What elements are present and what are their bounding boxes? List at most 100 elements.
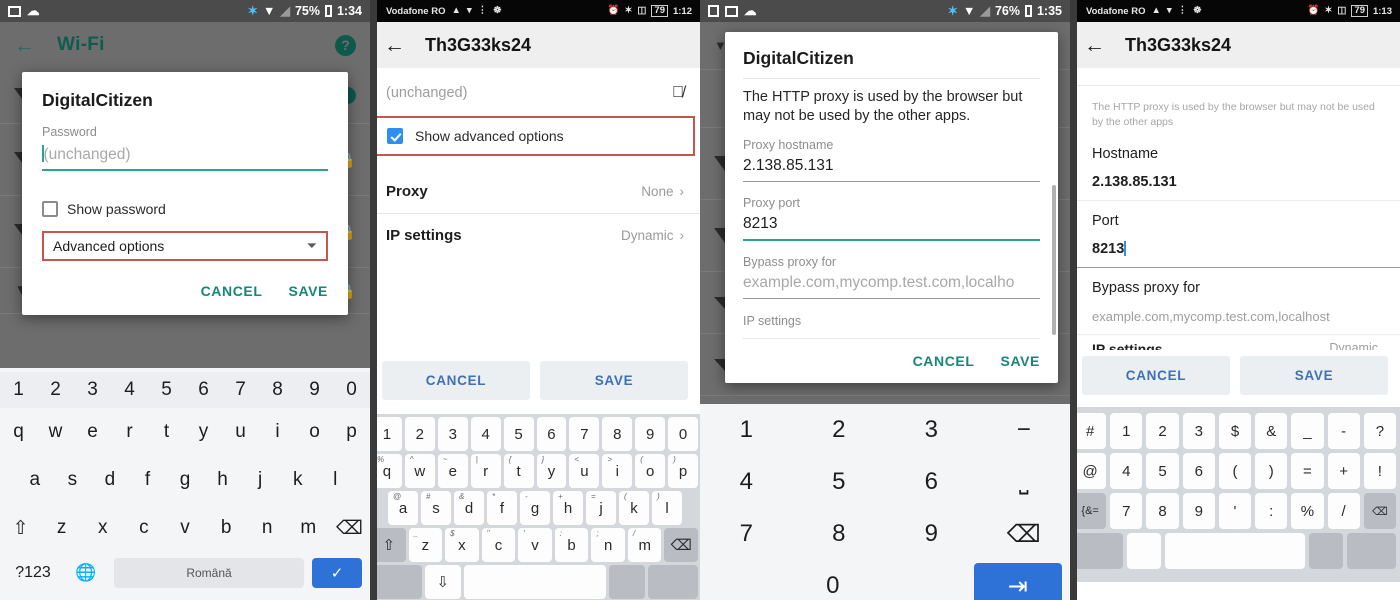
- key-1[interactable]: 1: [0, 379, 37, 401]
- cancel-button[interactable]: CANCEL: [1082, 356, 1230, 396]
- show-password-checkbox[interactable]: [42, 201, 58, 217]
- key-6[interactable]: 6: [1182, 453, 1215, 490]
- bypass-field[interactable]: Bypass proxy for example.com,mycomp.test…: [1070, 268, 1400, 336]
- key-5[interactable]: 5: [793, 456, 886, 508]
- key-paren-close[interactable]: ): [1255, 453, 1288, 490]
- key-i[interactable]: > i: [602, 454, 633, 488]
- key-slash[interactable]: /: [1327, 493, 1360, 530]
- save-button[interactable]: SAVE: [1240, 356, 1388, 396]
- key-n[interactable]: ; n: [591, 528, 625, 562]
- key-v[interactable]: ' v: [518, 528, 552, 562]
- key-hyphen[interactable]: -: [1327, 413, 1360, 450]
- key-3[interactable]: 3: [74, 379, 111, 401]
- globe-icon[interactable]: 🌐: [66, 563, 106, 583]
- key-g[interactable]: g: [166, 469, 204, 491]
- key-y[interactable]: } y: [536, 454, 567, 488]
- key-s[interactable]: # s: [421, 491, 451, 525]
- key-t[interactable]: {t: [503, 454, 534, 488]
- key-r[interactable]: r: [111, 421, 148, 443]
- key-7[interactable]: 7: [222, 379, 259, 401]
- ip-settings-row[interactable]: IP settings Dynamic ›: [370, 214, 700, 257]
- save-button[interactable]: SAVE: [1001, 353, 1041, 369]
- key-7[interactable]: 7: [700, 508, 793, 560]
- shift-key[interactable]: ⇧: [371, 528, 406, 562]
- enter-key[interactable]: ⇥: [973, 563, 1062, 600]
- key-2[interactable]: 2: [37, 379, 74, 401]
- save-button[interactable]: SAVE: [540, 361, 688, 400]
- hostname-field[interactable]: Hostname 2.138.85.131: [1070, 134, 1400, 202]
- port-field[interactable]: Port 8213: [1070, 201, 1400, 269]
- period-key[interactable]: [609, 565, 646, 599]
- key-g[interactable]: -g: [520, 491, 550, 525]
- key-minus[interactable]: −: [978, 404, 1071, 456]
- key-r[interactable]: | r: [470, 454, 501, 488]
- key-n[interactable]: n: [247, 517, 288, 539]
- key-5[interactable]: 5: [503, 417, 534, 451]
- key-e[interactable]: e: [74, 421, 111, 443]
- cancel-button[interactable]: CANCEL: [382, 361, 530, 400]
- key-t[interactable]: t: [148, 421, 185, 443]
- key-dollar[interactable]: $: [1218, 413, 1252, 450]
- key-apostrophe[interactable]: ': [1218, 493, 1252, 530]
- key-k[interactable]: (k: [619, 491, 649, 525]
- key-underscore[interactable]: _: [1291, 413, 1324, 450]
- key-w[interactable]: w: [37, 421, 74, 443]
- key-m[interactable]: / m: [627, 528, 662, 562]
- space-key[interactable]: [463, 565, 607, 599]
- key-h[interactable]: + h: [553, 491, 583, 525]
- key-f[interactable]: * f: [487, 491, 517, 525]
- key-q[interactable]: q: [0, 421, 37, 443]
- key-w[interactable]: ^ w: [404, 454, 435, 488]
- key-e[interactable]: ~ e: [437, 454, 468, 488]
- key-2[interactable]: 2: [793, 404, 886, 456]
- key-2[interactable]: 2: [1146, 413, 1179, 450]
- key-d[interactable]: & d: [454, 491, 484, 525]
- key-4[interactable]: 4: [700, 456, 793, 508]
- key-paren-open[interactable]: (: [1218, 453, 1252, 490]
- key-question[interactable]: ?: [1363, 413, 1396, 450]
- key-u[interactable]: u: [222, 421, 259, 443]
- key-o[interactable]: (o: [635, 454, 666, 488]
- symbols-key[interactable]: [372, 565, 422, 599]
- key-s[interactable]: s: [54, 469, 92, 491]
- key-c[interactable]: c: [123, 517, 164, 539]
- key-5[interactable]: 5: [148, 379, 185, 401]
- cancel-button[interactable]: CANCEL: [201, 283, 263, 299]
- key-9[interactable]: 9: [296, 379, 333, 401]
- key-d[interactable]: d: [91, 469, 129, 491]
- abc-key[interactable]: [1074, 533, 1123, 570]
- space-key[interactable]: ⎵: [978, 456, 1071, 508]
- proxy-port-input[interactable]: 8213: [743, 210, 1040, 241]
- key-l[interactable]: ) l: [652, 491, 682, 525]
- key-9[interactable]: 9: [885, 508, 978, 560]
- key-h[interactable]: h: [204, 469, 242, 491]
- key-8[interactable]: 8: [793, 508, 886, 560]
- key-7[interactable]: 7: [1110, 493, 1143, 530]
- key-at[interactable]: @: [1074, 453, 1107, 490]
- key-percent[interactable]: %: [1291, 493, 1324, 530]
- back-arrow-icon[interactable]: ←: [384, 35, 405, 56]
- space-key[interactable]: [1165, 533, 1305, 570]
- key-m[interactable]: m: [288, 517, 329, 539]
- enter-key[interactable]: [648, 565, 699, 599]
- key-4[interactable]: 4: [1110, 453, 1143, 490]
- enter-key[interactable]: ✓: [312, 558, 362, 588]
- backspace-key[interactable]: ⌫: [329, 517, 370, 540]
- key-b[interactable]: b: [206, 517, 247, 539]
- key-c[interactable]: " c: [481, 528, 516, 562]
- key-l[interactable]: l: [317, 469, 355, 491]
- proxy-row[interactable]: Proxy None ›: [370, 170, 700, 214]
- mic-key[interactable]: ⇩: [424, 565, 461, 599]
- key-colon[interactable]: :: [1255, 493, 1288, 530]
- key-6[interactable]: 6: [185, 379, 222, 401]
- proxy-hostname-input[interactable]: 2.138.85.131: [743, 152, 1040, 182]
- show-password-row[interactable]: Show password: [42, 201, 328, 217]
- key-6[interactable]: 6: [885, 456, 978, 508]
- back-arrow-icon[interactable]: ←: [14, 35, 35, 56]
- key-equals[interactable]: =: [1291, 453, 1324, 490]
- key-0[interactable]: 0: [789, 560, 878, 600]
- bypass-proxy-input[interactable]: example.com,mycomp.test.com,localho: [743, 269, 1040, 299]
- key-i[interactable]: i: [259, 421, 296, 443]
- key-f[interactable]: f: [129, 469, 167, 491]
- dialog-scrollbar[interactable]: [1052, 185, 1056, 335]
